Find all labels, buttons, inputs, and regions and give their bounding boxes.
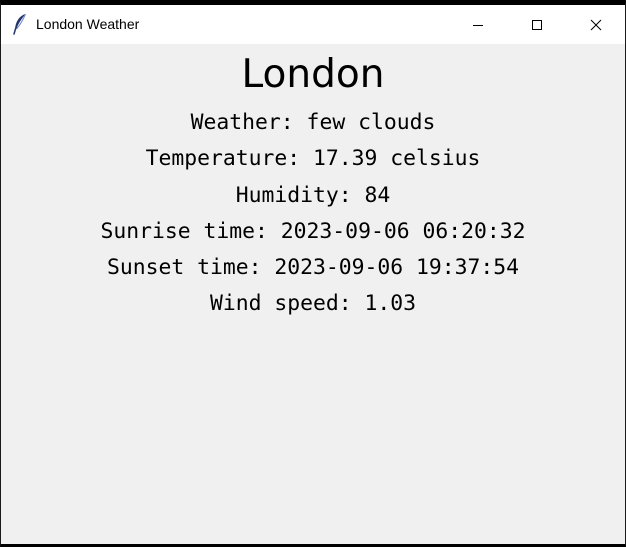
temperature-label: Temperature: 17.39 celsius	[145, 146, 481, 171]
maximize-button[interactable]	[508, 5, 566, 44]
wind-speed-label: Wind speed: 1.03	[209, 291, 417, 316]
maximize-icon	[531, 19, 543, 31]
close-icon	[590, 19, 602, 31]
weather-panel: London Weather: few clouds Temperature: …	[1, 44, 625, 544]
minimize-icon	[472, 19, 484, 31]
close-button[interactable]	[567, 5, 625, 44]
sunrise-label: Sunrise time: 2023-09-06 06:20:32	[100, 219, 526, 244]
minimize-button[interactable]	[449, 5, 507, 44]
city-heading: London	[241, 52, 385, 97]
sunset-label: Sunset time: 2023-09-06 19:37:54	[106, 255, 520, 280]
window-title: London Weather	[36, 16, 140, 32]
feather-icon	[13, 13, 27, 35]
title-bar[interactable]: London Weather	[1, 5, 625, 44]
weather-description: Weather: few clouds	[190, 110, 436, 135]
app-window: London Weather London Weather: few cloud…	[0, 0, 626, 547]
humidity-label: Humidity: 84	[235, 183, 391, 208]
